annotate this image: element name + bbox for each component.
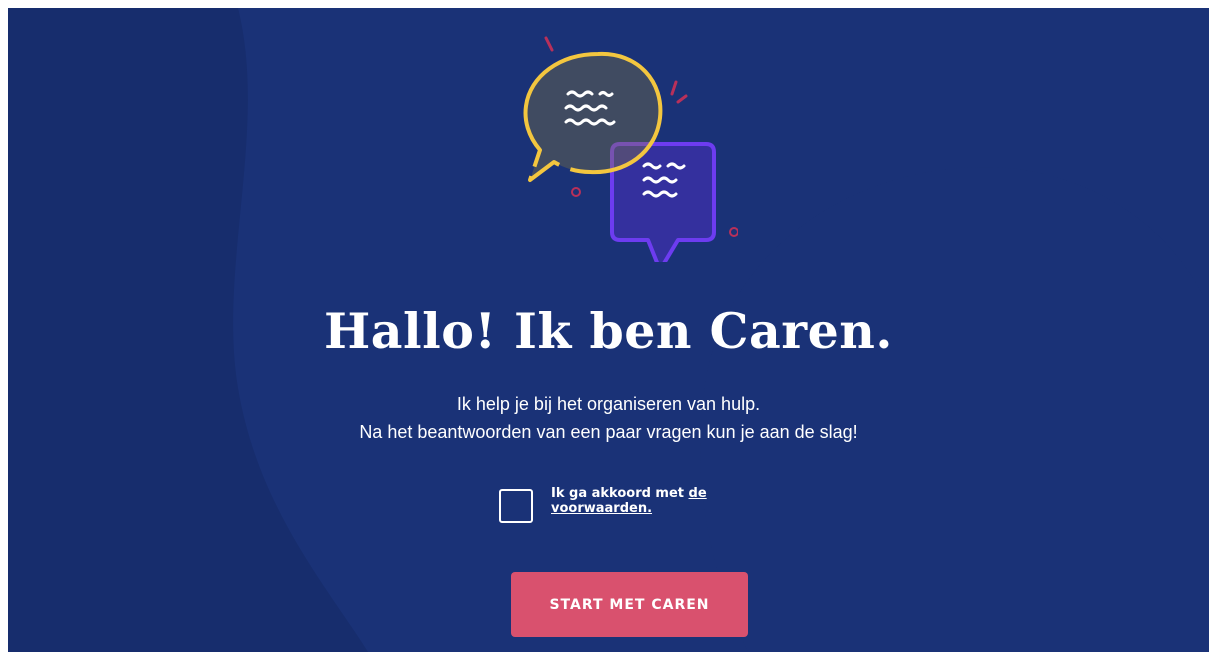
intro-line-2: Na het beantwoorden van een paar vragen … bbox=[359, 422, 858, 442]
terms-label-text: Ik ga akkoord met bbox=[551, 486, 689, 501]
chat-bubbles-icon bbox=[523, 36, 738, 262]
terms-label: Ik ga akkoord met de voorwaarden. bbox=[551, 486, 761, 516]
welcome-screen: Hallo! Ik ben Caren. Ik help je bij het … bbox=[8, 8, 1209, 652]
terms-consent: Ik ga akkoord met de voorwaarden. bbox=[499, 486, 761, 530]
intro-line-1: Ik help je bij het organiseren van hulp. bbox=[456, 394, 761, 414]
terms-checkbox[interactable] bbox=[499, 489, 533, 523]
start-button[interactable]: START MET CAREN bbox=[511, 572, 748, 637]
page-title: Hallo! Ik ben Caren. bbox=[323, 302, 893, 360]
intro-text: Ik help je bij het organiseren van hulp.… bbox=[8, 390, 1209, 446]
